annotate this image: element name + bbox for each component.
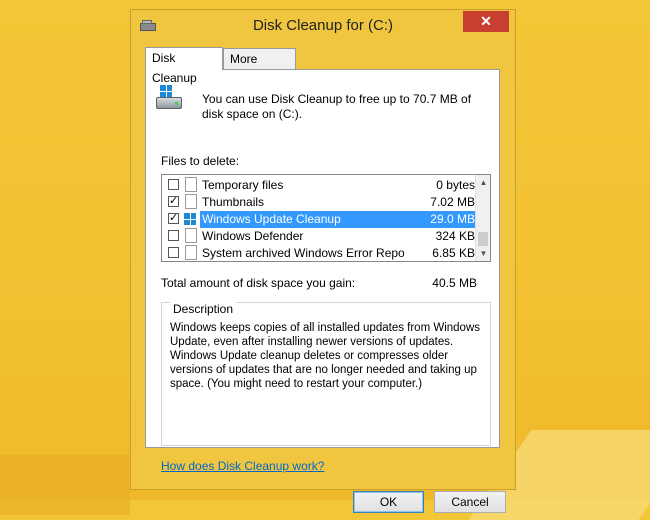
checkbox-temporary-files[interactable] (168, 179, 179, 190)
files-to-delete-label: Files to delete: (161, 154, 240, 168)
title-bar[interactable]: Disk Cleanup for (C:) ✕ (131, 10, 515, 40)
checkbox-windows-defender[interactable] (168, 230, 179, 241)
list-item-system-archived-error-reports[interactable]: System archived Windows Error Repor... 6… (162, 245, 477, 261)
close-button[interactable]: ✕ (463, 11, 509, 32)
description-text: Windows keeps copies of all installed up… (170, 322, 481, 390)
total-gain-label: Total amount of disk space you gain: (161, 276, 356, 290)
list-item-temporary-files[interactable]: Temporary files 0 bytes (162, 177, 477, 194)
file-label: Windows Update Cleanup (200, 211, 404, 228)
file-size: 7.02 MB (430, 195, 475, 209)
file-icon (185, 228, 197, 243)
windows-logo-icon (184, 213, 196, 225)
tab-more-options[interactable]: More Options (223, 48, 296, 86)
file-size: 0 bytes (436, 178, 475, 192)
file-size: 6.85 KB (432, 246, 475, 260)
file-label: System archived Windows Error Repor... (202, 246, 404, 260)
window-title: Disk Cleanup for (C:) (252, 17, 394, 34)
list-item-windows-update-cleanup[interactable]: ✓ Windows Update Cleanup 29.0 MB (162, 211, 477, 228)
disk-cleanup-window: Disk Cleanup for (C:) ✕ Disk Cleanup Mor… (130, 9, 516, 513)
list-item-thumbnails[interactable]: ✓ Thumbnails 7.02 MB (162, 194, 477, 211)
ok-button[interactable]: OK (353, 491, 424, 513)
desktop-background-shape (0, 455, 130, 515)
scroll-up-arrow-icon[interactable]: ▲ (476, 175, 490, 190)
scroll-thumb[interactable] (478, 232, 488, 246)
files-to-delete-list[interactable]: Temporary files 0 bytes ✓ Thumbnails 7.0… (161, 174, 491, 262)
list-item-windows-defender[interactable]: Windows Defender 324 KB (162, 228, 477, 245)
file-size: 29.0 MB (400, 211, 477, 228)
disk-cleanup-drive-icon (156, 85, 182, 113)
tab-disk-cleanup[interactable]: Disk Cleanup (145, 47, 223, 85)
checkbox-system-archived-error-reports[interactable] (168, 247, 179, 258)
list-scrollbar[interactable]: ▲ ▼ (475, 175, 490, 261)
file-icon (185, 194, 197, 209)
total-gain-value: 40.5 MB (432, 276, 477, 290)
checkbox-windows-update-cleanup[interactable]: ✓ (168, 213, 179, 224)
file-icon (185, 177, 197, 192)
checkbox-thumbnails[interactable]: ✓ (168, 196, 179, 207)
dialog-client-area: Disk Cleanup More Options You can use Di… (139, 41, 507, 513)
file-label: Thumbnails (202, 195, 265, 209)
how-does-disk-cleanup-work-link[interactable]: How does Disk Cleanup work? (161, 459, 324, 473)
scroll-down-arrow-icon[interactable]: ▼ (476, 246, 490, 261)
file-icon (185, 245, 197, 260)
description-legend: Description (170, 302, 237, 316)
file-label: Temporary files (202, 178, 284, 192)
file-size: 324 KB (435, 229, 475, 243)
description-group: Description Windows keeps copies of all … (161, 302, 491, 446)
intro-text: You can use Disk Cleanup to free up to 7… (202, 92, 472, 121)
cancel-button[interactable]: Cancel (434, 491, 506, 513)
file-label: Windows Defender (202, 229, 304, 243)
